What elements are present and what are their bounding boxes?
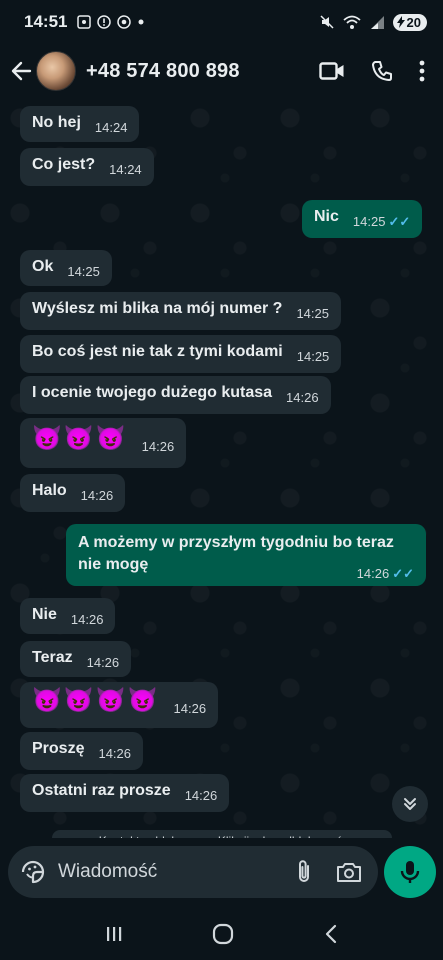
paperclip-icon[interactable] xyxy=(296,859,312,885)
alert-icon xyxy=(97,15,112,29)
message-time: 14:25 xyxy=(296,349,330,364)
message-time: 14:26 xyxy=(86,655,120,670)
message-time: 14:26 xyxy=(141,439,175,454)
message-outgoing[interactable]: A możemy w przyszłym tygodniu bo teraz n… xyxy=(66,524,426,586)
double-check-icon: ✓✓ xyxy=(392,566,414,581)
contact-name[interactable]: +48 574 800 898 xyxy=(86,60,240,83)
message-incoming[interactable]: Bo coś jest nie tak z tymi kodami 14:25 xyxy=(20,335,342,373)
message-time: 14:26 xyxy=(356,566,390,581)
devil-emoji: 😈😈😈 xyxy=(32,425,128,452)
screenshot-icon xyxy=(77,15,92,29)
battery-indicator: 20 xyxy=(392,13,427,31)
mic-icon xyxy=(400,861,420,883)
recent-apps-icon[interactable] xyxy=(104,924,124,944)
status-bar: 14:51 20 xyxy=(0,0,443,44)
mic-button[interactable] xyxy=(384,846,436,898)
message-incoming[interactable]: Co jest? 14:24 xyxy=(20,148,154,186)
message-time: 14:25 xyxy=(352,214,386,229)
message-time: 14:25 xyxy=(296,306,329,321)
message-time: 14:26 xyxy=(98,746,132,761)
message-time: 14:26 xyxy=(173,701,207,716)
wifi-icon xyxy=(342,15,361,29)
arrow-left-icon[interactable] xyxy=(10,60,32,82)
message-input-pill[interactable] xyxy=(8,846,378,898)
message-incoming[interactable]: Proszę 14:26 xyxy=(20,732,144,770)
message-input[interactable] xyxy=(58,861,258,883)
home-icon[interactable] xyxy=(212,923,234,945)
message-time: 14:24 xyxy=(94,120,128,135)
message-list[interactable]: No hej 14:24 Co jest? 14:24 Nic 14:25 ✓✓ Ok 1… xyxy=(0,98,443,838)
sticker-icon[interactable] xyxy=(20,859,46,885)
avatar[interactable] xyxy=(36,51,76,91)
dot-icon xyxy=(138,19,144,25)
message-time: 14:26 xyxy=(286,390,319,405)
chrome-icon xyxy=(117,15,132,29)
message-time: 14:26 xyxy=(184,788,218,803)
system-nav-bar xyxy=(0,908,443,960)
chat-header: +48 574 800 898 xyxy=(0,44,443,98)
message-incoming[interactable]: 😈😈😈😈 14:26 xyxy=(20,682,219,728)
double-chevron-down-icon xyxy=(404,798,416,810)
double-check-icon: ✓✓ xyxy=(388,214,411,229)
signal-icon xyxy=(370,16,384,29)
scroll-to-bottom-button[interactable] xyxy=(392,786,428,822)
message-incoming[interactable]: I ocenie twojego dużego kutasa 14:26 xyxy=(20,376,331,414)
phone-icon[interactable] xyxy=(371,60,393,82)
video-call-icon[interactable] xyxy=(319,61,345,81)
more-vert-icon[interactable] xyxy=(419,60,425,82)
message-incoming[interactable]: Wyślesz mi blika na mój numer ? 14:25 xyxy=(20,292,341,330)
message-incoming[interactable]: Teraz 14:26 xyxy=(20,641,132,677)
notification-icons xyxy=(77,15,145,29)
message-time: 14:25 xyxy=(67,264,100,279)
status-time: 14:51 xyxy=(24,12,68,31)
message-incoming[interactable]: Nie 14:26 xyxy=(20,598,116,634)
message-time: 14:24 xyxy=(109,162,142,177)
devil-emoji: 😈😈😈😈 xyxy=(32,687,160,714)
message-incoming[interactable]: Ok 14:25 xyxy=(20,250,112,286)
compose-bar xyxy=(0,838,443,908)
message-incoming[interactable]: 😈😈😈 14:26 xyxy=(20,418,187,468)
message-time: 14:26 xyxy=(80,488,114,503)
camera-icon[interactable] xyxy=(336,861,362,883)
message-incoming[interactable]: No hej 14:24 xyxy=(20,106,140,142)
message-incoming[interactable]: Halo 14:26 xyxy=(20,474,126,512)
back-nav-icon[interactable] xyxy=(323,923,339,945)
blocked-notice[interactable]: Kontakt zablokowany. Kliknij, aby odblok… xyxy=(52,830,392,838)
charging-icon xyxy=(396,16,405,28)
message-outgoing[interactable]: Nic 14:25 ✓✓ xyxy=(302,200,423,238)
battery-level: 20 xyxy=(406,14,421,30)
message-time: 14:26 xyxy=(70,612,104,627)
mute-icon xyxy=(320,15,334,29)
message-incoming[interactable]: Ostatni raz prosze 14:26 xyxy=(20,774,230,812)
